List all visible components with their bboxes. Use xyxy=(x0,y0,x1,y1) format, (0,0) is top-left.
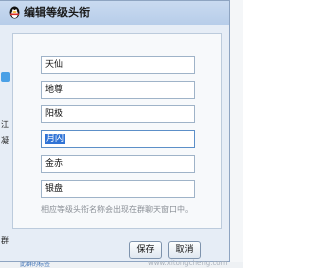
level-title-value-5: 金赤 xyxy=(45,159,64,169)
level-title-value-1: 天仙 xyxy=(45,60,64,70)
background-app-icon xyxy=(1,72,10,82)
level-title-value-2: 地尊 xyxy=(45,85,64,95)
save-button[interactable]: 保存 xyxy=(129,241,162,259)
screen: 编辑等级头衔 天仙 地尊 阳极 月闪 金赤 银盘 相应等级头衔名称会出现在群聊天… xyxy=(0,0,243,268)
level-title-value-6: 银盘 xyxy=(45,184,64,194)
title-bar[interactable]: 编辑等级头衔 xyxy=(0,1,230,25)
level-title-input-2[interactable]: 地尊 xyxy=(41,81,195,99)
watermark: www.xitongcheng.com xyxy=(148,259,228,267)
level-title-value-3: 阳极 xyxy=(45,109,64,119)
level-title-input-6[interactable]: 银盘 xyxy=(41,180,195,198)
level-title-input-1[interactable]: 天仙 xyxy=(41,56,195,74)
edit-level-title-dialog: 编辑等级头衔 天仙 地尊 阳极 月闪 金赤 银盘 相应等级头衔名称会出现在群聊天… xyxy=(0,0,230,262)
level-title-input-3[interactable]: 阳极 xyxy=(41,105,195,123)
background-text-1: 江 xyxy=(1,120,9,129)
background-text-2: 凝 xyxy=(1,136,9,145)
background-group-tags-link[interactable]: 此群的标签 xyxy=(20,262,90,268)
background-text-3: 群 xyxy=(1,236,9,245)
qq-penguin-icon xyxy=(9,6,20,19)
level-title-value-4-selected: 月闪 xyxy=(45,134,66,144)
hint-text: 相应等级头衔名称会出现在群聊天窗口中。 xyxy=(41,205,193,214)
dialog-title: 编辑等级头衔 xyxy=(24,6,90,19)
level-title-input-5[interactable]: 金赤 xyxy=(41,155,195,173)
cancel-button[interactable]: 取消 xyxy=(168,241,201,259)
level-title-input-4[interactable]: 月闪 xyxy=(41,130,195,148)
